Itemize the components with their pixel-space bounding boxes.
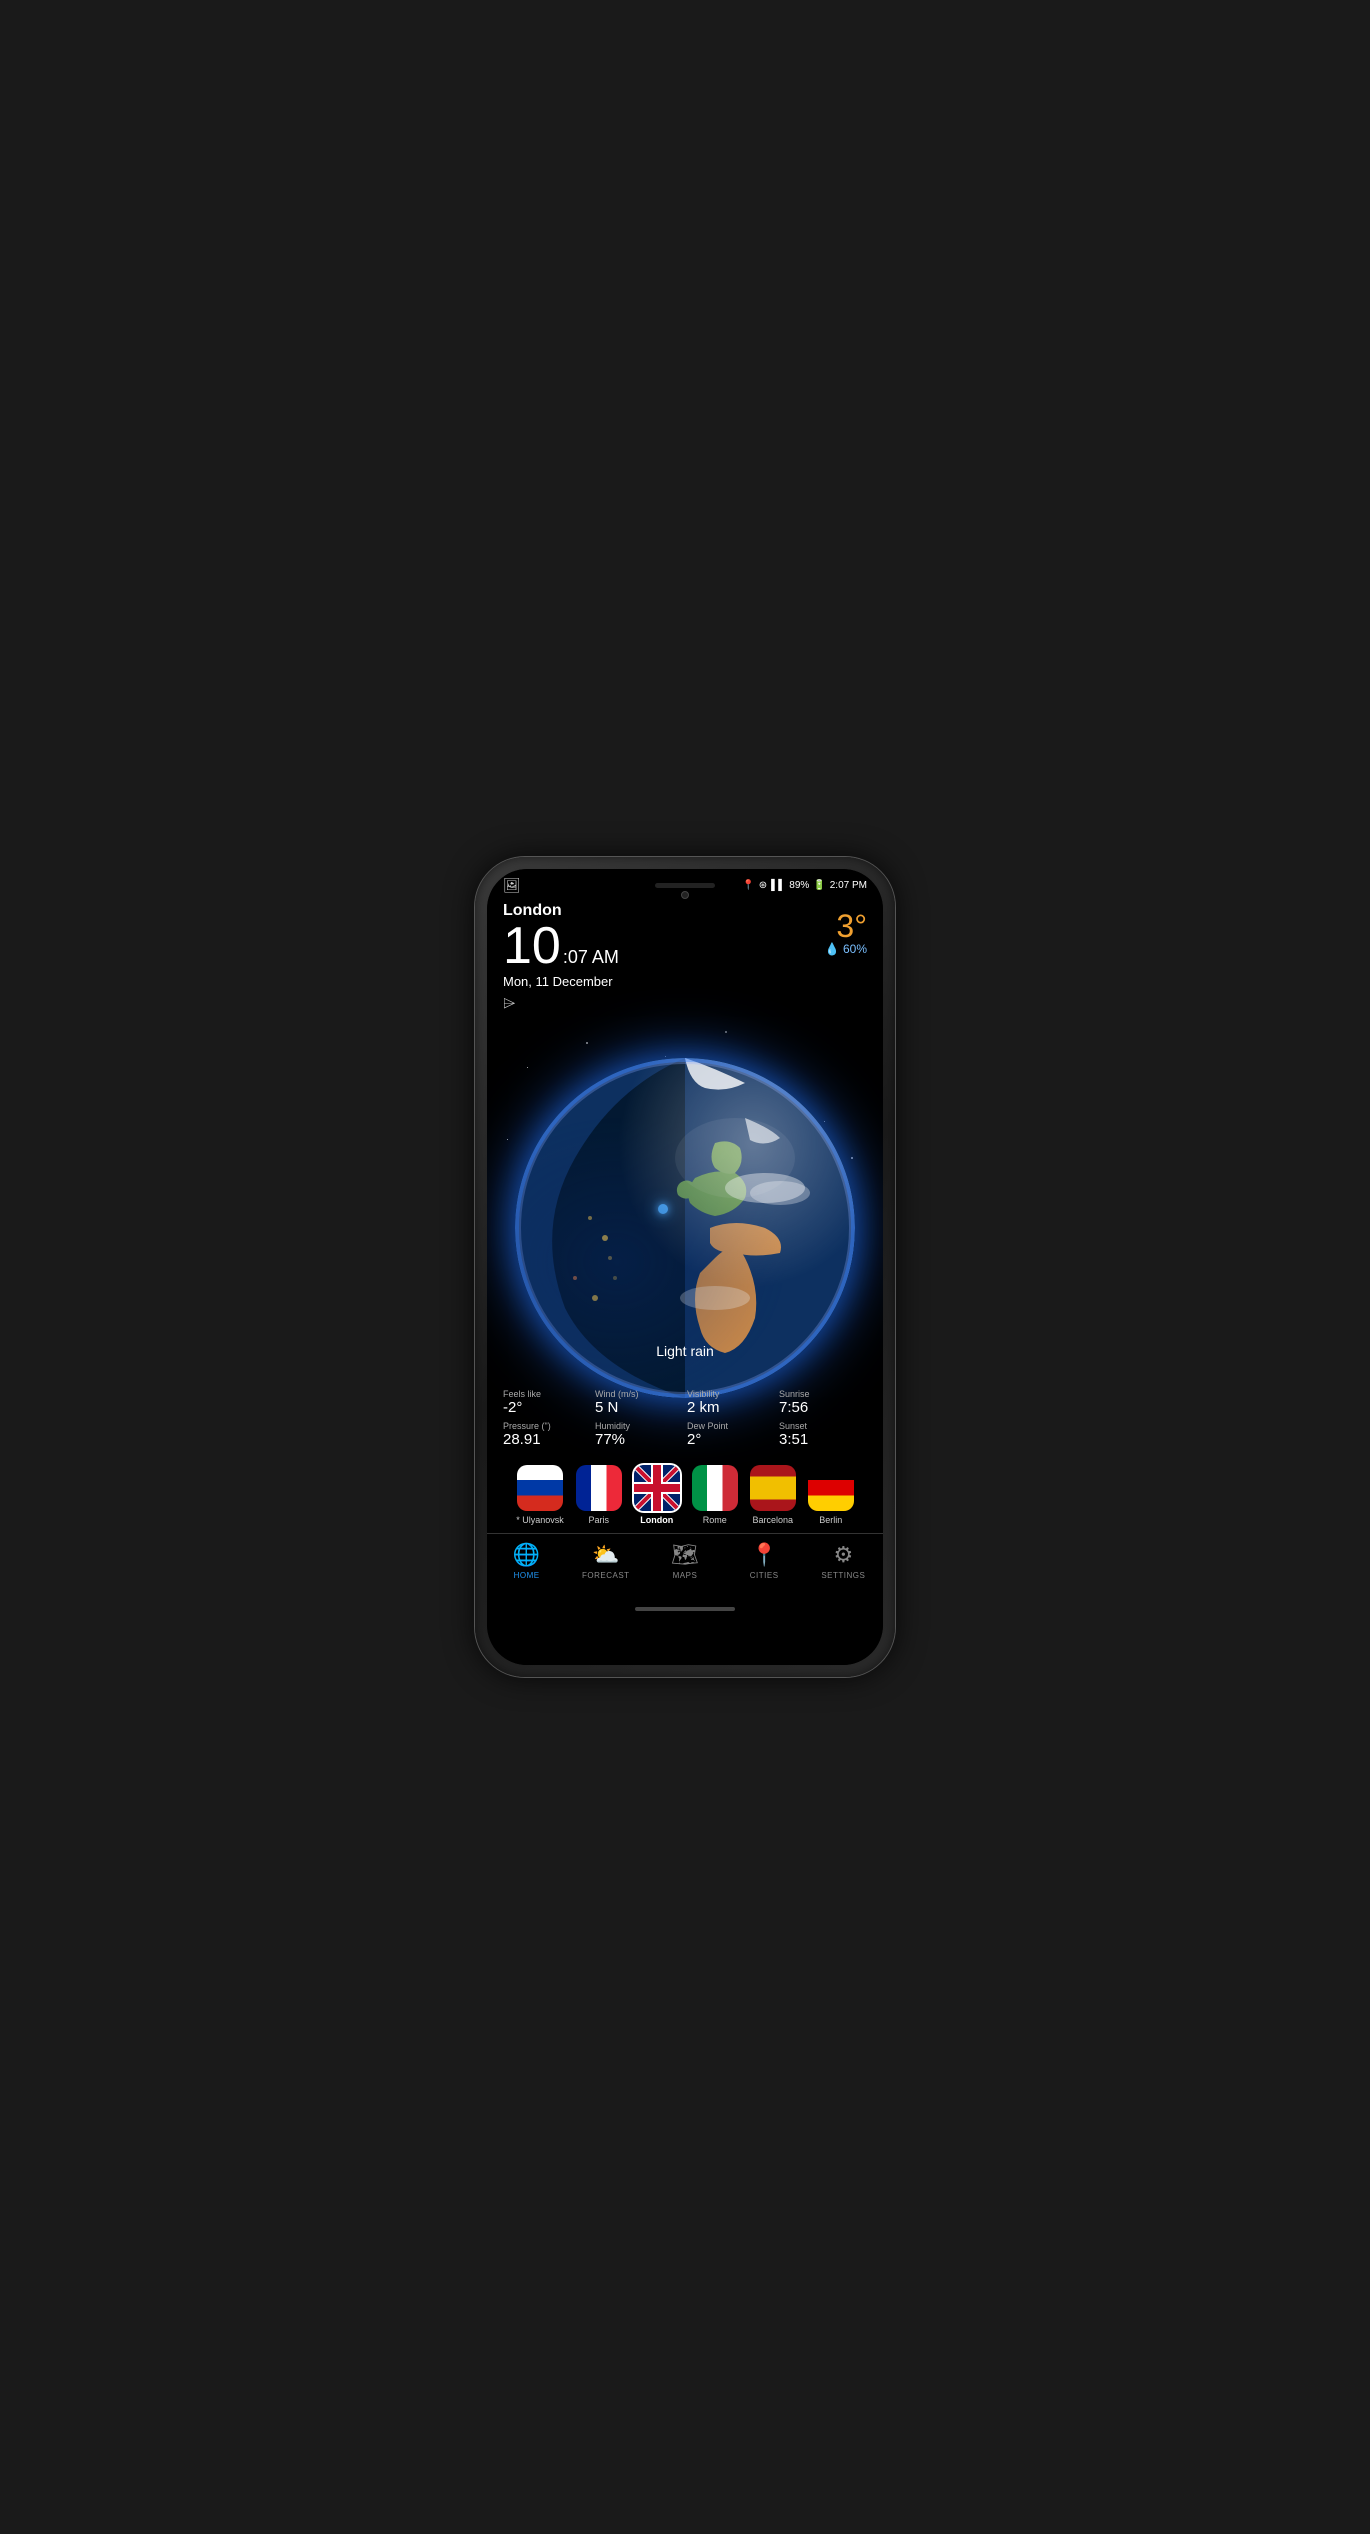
city-label-ulyanovsk: * Ulyanovsk — [516, 1515, 564, 1525]
maps-label: MAPS — [673, 1571, 698, 1580]
nav-settings[interactable]: ⚙ SETTINGS — [813, 1542, 873, 1580]
time-small: :07 AM — [563, 947, 619, 968]
maps-icon: 🗺 — [671, 1542, 699, 1568]
phone-inner: 🖼 📍 ⊛ ▌▌ 89% 🔋 2:07 PM London 10 :07 AM — [487, 869, 883, 1665]
home-indicator — [487, 1592, 883, 1622]
cloud-rain-icon: 🌧 — [766, 909, 817, 956]
settings-icon: ⚙ — [833, 1542, 853, 1568]
humidity: Humidity 77% — [595, 1421, 683, 1449]
city-paris[interactable]: Paris — [576, 1465, 622, 1525]
city-label-barcelona: Barcelona — [753, 1515, 794, 1525]
home-icon: 🌐 — [513, 1542, 540, 1568]
wifi-icon: ⊛ — [759, 880, 767, 891]
feels-like-value: -2° — [503, 1399, 591, 1417]
forecast-label: FORECAST — [582, 1571, 630, 1580]
cities-row: * Ulyanovsk Paris — [487, 1457, 883, 1533]
wind: Wind (m/s) 5 N — [595, 1389, 683, 1417]
flag-italy — [692, 1465, 738, 1511]
weather-widget: 🌧 3° 💧 60% — [766, 909, 867, 956]
status-time: 2:07 PM — [830, 880, 867, 891]
visibility: Visibility 2 km — [687, 1389, 775, 1417]
weather-details: Feels like -2° Wind (m/s) 5 N Visibility… — [487, 1381, 883, 1457]
sunrise: Sunrise 7:56 — [779, 1389, 867, 1417]
earth-section: Light rain — [487, 1013, 883, 1373]
screen: 🖼 📍 ⊛ ▌▌ 89% 🔋 2:07 PM London 10 :07 AM — [487, 869, 883, 1665]
weather-condition: Light rain — [656, 1343, 714, 1359]
dew-point: Dew Point 2° — [687, 1421, 775, 1449]
city-barcelona[interactable]: Barcelona — [750, 1465, 796, 1525]
flag-uk — [634, 1465, 680, 1511]
nav-cities[interactable]: 📍 CITIES — [734, 1542, 794, 1580]
pressure-label: Pressure (") — [503, 1421, 591, 1431]
battery-percent: 89% — [789, 880, 809, 891]
wind-value: 5 N — [595, 1399, 683, 1417]
city-label-paris: Paris — [589, 1515, 610, 1525]
sunset: Sunset 3:51 — [779, 1421, 867, 1449]
rain-chance: 💧 60% — [825, 942, 867, 956]
home-label: HOME — [514, 1571, 540, 1580]
city-berlin[interactable]: Berlin — [808, 1465, 854, 1525]
sunset-label: Sunset — [779, 1421, 867, 1431]
city-label-rome: Rome — [703, 1515, 727, 1525]
dew-point-value: 2° — [687, 1431, 775, 1449]
bottom-nav: 🌐 HOME ⛅ FORECAST 🗺 MAPS 📍 CITIES ⚙ — [487, 1533, 883, 1592]
sunrise-value: 7:56 — [779, 1399, 867, 1417]
sunset-value: 3:51 — [779, 1431, 867, 1449]
humidity-value: 77% — [595, 1431, 683, 1449]
nav-forecast[interactable]: ⛅ FORECAST — [576, 1542, 636, 1580]
dew-point-label: Dew Point — [687, 1421, 775, 1431]
forecast-icon: ⛅ — [592, 1542, 619, 1568]
flag-spain — [750, 1465, 796, 1511]
feels-like: Feels like -2° — [503, 1389, 591, 1417]
nav-home[interactable]: 🌐 HOME — [497, 1542, 557, 1580]
cities-label: CITIES — [750, 1571, 779, 1580]
cities-icon: 📍 — [750, 1542, 777, 1568]
date-row: Mon, 11 December — [503, 974, 867, 989]
flag-france — [576, 1465, 622, 1511]
flag-germany — [808, 1465, 854, 1511]
signal-icon: ▌▌ — [771, 880, 785, 891]
city-ulyanovsk[interactable]: * Ulyanovsk — [516, 1465, 564, 1525]
pressure-value: 28.91 — [503, 1431, 591, 1449]
flag-russia — [517, 1465, 563, 1511]
sunrise-label: Sunrise — [779, 1389, 867, 1399]
city-london[interactable]: London — [634, 1465, 680, 1525]
image-icon: 🖼 — [503, 877, 521, 894]
nav-maps[interactable]: 🗺 MAPS — [655, 1542, 715, 1580]
temperature: 3° — [825, 910, 867, 942]
location-icon: 📍 — [742, 880, 754, 891]
city-label-berlin: Berlin — [819, 1515, 842, 1525]
humidity-label: Humidity — [595, 1421, 683, 1431]
speaker — [655, 883, 715, 888]
camera — [681, 891, 689, 899]
wind-label: Wind (m/s) — [595, 1389, 683, 1399]
phone-frame: 🖼 📍 ⊛ ▌▌ 89% 🔋 2:07 PM London 10 :07 AM — [475, 857, 895, 1677]
share-icon[interactable]: ⌲ — [503, 995, 867, 1013]
status-right: 📍 ⊛ ▌▌ 89% 🔋 2:07 PM — [742, 880, 867, 891]
temp-column: 3° 💧 60% — [825, 910, 867, 956]
time-big: 10 — [503, 920, 561, 972]
visibility-label: Visibility — [687, 1389, 775, 1399]
visibility-value: 2 km — [687, 1399, 775, 1417]
feels-like-label: Feels like — [503, 1389, 591, 1399]
battery-icon: 🔋 — [813, 880, 825, 891]
settings-label: SETTINGS — [821, 1571, 865, 1580]
status-left: 🖼 — [503, 877, 521, 894]
pressure: Pressure (") 28.91 — [503, 1421, 591, 1449]
city-label-london: London — [640, 1515, 673, 1525]
home-pill — [635, 1607, 735, 1611]
city-rome[interactable]: Rome — [692, 1465, 738, 1525]
